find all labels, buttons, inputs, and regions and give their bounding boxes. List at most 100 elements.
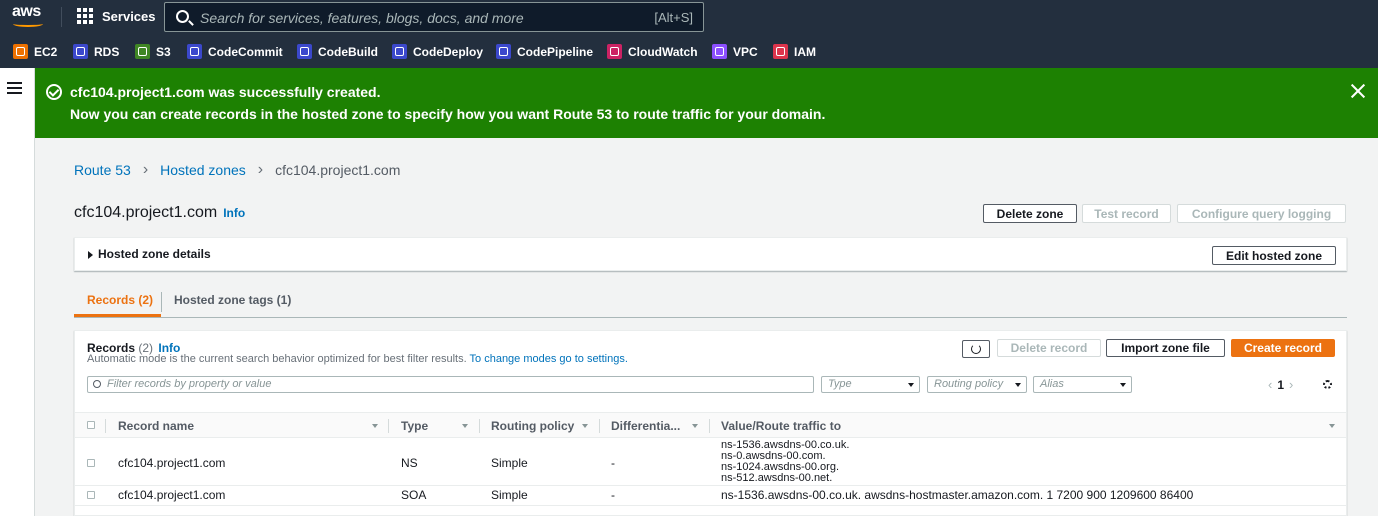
page-info-link[interactable]: Info [223,206,245,220]
rds-icon [73,44,88,59]
active-tab-indicator [74,314,161,317]
favorite-ec2[interactable]: EC2 [13,44,57,59]
sort-caret-icon[interactable] [462,424,468,428]
column-header-routing-policy[interactable]: Routing policy [491,419,574,433]
page-title: cfc104.project1.com Info [74,204,245,222]
codedeploy-icon [392,44,407,59]
top-navigation: aws Services Search for services, featur… [0,0,1378,35]
close-icon[interactable] [1350,83,1366,99]
global-search-input[interactable]: Search for services, features, blogs, do… [164,2,704,32]
favorite-label: CloudWatch [628,44,698,59]
hosted-zone-details-label: Hosted zone details [98,247,211,261]
create-record-button[interactable]: Create record [1231,339,1335,357]
delete-zone-button[interactable]: Delete zone [983,204,1077,223]
aws-logo-text: aws [12,3,41,20]
change-modes-link[interactable]: To change modes go to settings. [470,353,628,365]
record-routing-cell: Simple [491,456,528,470]
sort-caret-icon[interactable] [692,424,698,428]
search-placeholder: Search for services, features, blogs, do… [200,10,524,26]
alias-filter-placeholder: Alias [1040,378,1064,390]
current-page[interactable]: 1 [1277,378,1284,392]
menu-icon[interactable] [7,82,22,94]
alias-filter-select[interactable]: Alias [1033,376,1132,393]
tab-bar: Records (2) Hosted zone tags (1) [74,286,1347,318]
breadcrumb-route53[interactable]: Route 53 [74,162,131,178]
column-divider [105,419,106,433]
previous-page-icon[interactable]: ‹ [1268,377,1272,392]
favorite-codecommit[interactable]: CodeCommit [187,44,283,59]
caret-right-icon [88,251,93,259]
pagination: ‹ 1 › [1263,377,1298,392]
edit-hosted-zone-button[interactable]: Edit hosted zone [1212,246,1336,265]
hosted-zone-details-panel[interactable]: Hosted zone details Edit hosted zone [74,237,1347,271]
favorite-codedeploy[interactable]: CodeDeploy [392,44,483,59]
caret-down-icon [1120,383,1126,387]
filter-placeholder: Filter records by property or value [107,378,272,390]
favorite-label: S3 [156,44,171,59]
table-row[interactable]: cfc104.project1.com SOA Simple - ns-1536… [75,486,1346,506]
vpc-icon [712,44,727,59]
configure-query-logging-button[interactable]: Configure query logging [1177,204,1346,223]
favorite-vpc[interactable]: VPC [712,44,758,59]
tab-hosted-zone-tags[interactable]: Hosted zone tags (1) [174,293,291,307]
favorite-rds[interactable]: RDS [73,44,119,59]
caret-down-icon [1015,383,1021,387]
success-flash-banner: cfc104.project1.com was successfully cre… [35,68,1378,138]
breadcrumb-current: cfc104.project1.com [275,162,401,178]
record-differentiator-cell: - [611,456,615,470]
record-routing-cell: Simple [491,488,528,502]
grid-icon [77,8,93,24]
import-zone-file-button[interactable]: Import zone file [1106,339,1225,357]
favorite-iam[interactable]: IAM [773,44,816,59]
record-name-cell: cfc104.project1.com [118,488,226,502]
table-header: Record name Type Routing policy Differen… [75,412,1346,438]
tab-records[interactable]: Records (2) [87,293,153,307]
favorite-label: VPC [733,44,758,59]
delete-record-button[interactable]: Delete record [997,339,1101,357]
refresh-button[interactable] [962,340,990,358]
favorite-codepipeline[interactable]: CodePipeline [496,44,593,59]
column-header-record-name[interactable]: Record name [118,419,194,433]
s3-icon [135,44,150,59]
sort-caret-icon[interactable] [372,424,378,428]
favorite-s3[interactable]: S3 [135,44,171,59]
ec2-icon [13,44,28,59]
sort-caret-icon[interactable] [582,424,588,428]
aws-logo[interactable]: aws [12,4,48,30]
chevron-right-icon: › [142,161,149,178]
select-all-checkbox[interactable] [87,421,95,429]
breadcrumb-hosted-zones[interactable]: Hosted zones [160,162,246,178]
search-icon [176,10,189,23]
row-checkbox[interactable] [87,491,95,499]
column-divider [479,419,480,433]
column-header-differentiator[interactable]: Differentia... [611,419,680,433]
favorite-codebuild[interactable]: CodeBuild [297,44,378,59]
next-page-icon[interactable]: › [1289,377,1293,392]
sort-caret-icon[interactable] [1329,424,1335,428]
favorite-label: CodeBuild [318,44,378,59]
record-name-cell: cfc104.project1.com [118,456,226,470]
flash-title: cfc104.project1.com was successfully cre… [70,84,381,100]
favorite-cloudwatch[interactable]: CloudWatch [607,44,698,59]
table-row[interactable]: cfc104.project1.com NS Simple - ns-1536.… [75,438,1346,486]
tab-divider [161,292,162,312]
records-description-text: Automatic mode is the current search beh… [87,353,467,365]
breadcrumb: Route 53 › Hosted zones › cfc104.project… [74,161,400,179]
type-filter-select[interactable]: Type [821,376,920,393]
caret-down-icon [908,383,914,387]
cloudwatch-icon [607,44,622,59]
favorite-label: CodePipeline [517,44,594,59]
routing-policy-filter-select[interactable]: Routing policy [927,376,1027,393]
codecommit-icon [187,44,202,59]
filter-records-input[interactable]: Filter records by property or value [87,376,814,393]
test-record-button[interactable]: Test record [1082,204,1171,223]
nav-divider [61,7,62,27]
success-check-icon [46,84,62,100]
row-checkbox[interactable] [87,459,95,467]
column-header-value[interactable]: Value/Route traffic to [721,419,841,433]
gear-icon[interactable] [1323,380,1332,389]
type-filter-placeholder: Type [828,378,852,390]
record-type-cell: SOA [401,488,427,502]
services-menu-button[interactable]: Services [77,8,156,24]
column-header-type[interactable]: Type [401,419,428,433]
